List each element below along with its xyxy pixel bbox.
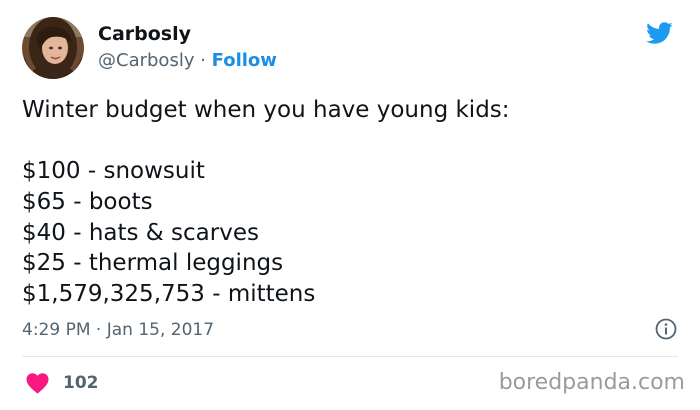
tweet-line: $40 - hats & scarves <box>22 219 259 246</box>
author-name[interactable]: Carbosly <box>98 23 191 45</box>
tweet-card: Carbosly @Carbosly · Follow Winter budge… <box>0 0 700 410</box>
twitter-bird-icon[interactable] <box>642 19 676 47</box>
avatar[interactable] <box>22 17 84 79</box>
tweet-line: $25 - thermal leggings <box>22 250 284 277</box>
handle-separator: · <box>194 50 212 71</box>
tweet-line: $65 - boots <box>22 189 153 216</box>
tweet-line: $1,579,325,753 - mittens <box>22 281 316 308</box>
watermark: boredpanda.com <box>498 370 685 395</box>
author-handle[interactable]: @Carbosly <box>98 50 194 71</box>
info-glyph <box>655 318 677 340</box>
author-handle-row: @Carbosly · Follow <box>98 50 277 72</box>
tweet-text: Winter budget when you have young kids: … <box>22 95 682 310</box>
tweet-line: Winter budget when you have young kids: <box>22 97 510 123</box>
heart-icon <box>25 372 50 394</box>
tweet-header: Carbosly @Carbosly · Follow <box>22 17 678 81</box>
like-count: 102 <box>63 373 99 393</box>
tweet-meta-row: 4:29 PM · Jan 15, 2017 <box>22 317 678 343</box>
divider <box>22 356 678 357</box>
heart-glyph <box>26 373 49 394</box>
avatar-image <box>22 17 84 79</box>
tweet-timestamp[interactable]: 4:29 PM · Jan 15, 2017 <box>22 319 214 341</box>
twitter-bird-glyph <box>646 22 673 44</box>
info-icon[interactable] <box>654 317 678 341</box>
follow-button[interactable]: Follow <box>212 50 277 71</box>
tweet-line: $100 - snowsuit <box>22 158 205 185</box>
